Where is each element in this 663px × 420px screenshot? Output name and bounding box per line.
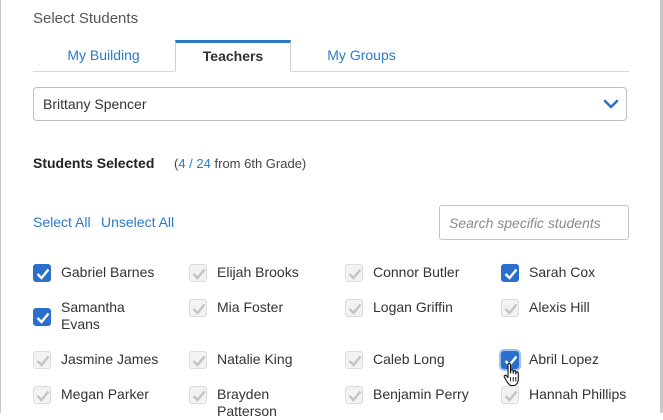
dialog-title: Select Students (33, 10, 139, 27)
checkmark-icon (192, 303, 206, 315)
student-checkbox[interactable] (345, 264, 363, 282)
dialog-left-edge (0, 0, 1, 413)
student-checkbox[interactable] (345, 386, 363, 404)
checkmark-icon (36, 268, 50, 280)
student-name: Connor Butler (373, 264, 460, 280)
student-checkbox[interactable] (501, 386, 519, 404)
checkmark-icon (192, 390, 206, 402)
selection-count-value: 4 / 24 (178, 156, 211, 171)
student-checkbox[interactable] (33, 264, 51, 282)
checkmark-icon (348, 355, 362, 367)
student-name: Brayden Patterson (217, 386, 277, 419)
student-checkbox[interactable] (501, 264, 519, 282)
tab-my-groups[interactable]: My Groups (291, 40, 432, 71)
checkmark-icon (36, 355, 50, 367)
checkmark-icon (504, 268, 518, 280)
checkmark-icon (348, 303, 362, 315)
checkmark-icon (504, 303, 518, 315)
student-checkbox[interactable] (33, 351, 51, 369)
student-name: Logan Griffin (373, 299, 453, 315)
hand-pointer-cursor-icon (503, 363, 519, 387)
student-checkbox[interactable] (189, 386, 207, 404)
student-name: Abril Lopez (529, 351, 600, 367)
student-name: Natalie King (217, 351, 293, 367)
student-checkbox[interactable] (189, 351, 207, 369)
checkmark-icon (348, 268, 362, 280)
student-checkbox[interactable] (189, 264, 207, 282)
student-name: Megan Parker (61, 386, 149, 402)
selection-grade: from 6th Grade) (214, 156, 307, 171)
tab-bar: My Building Teachers My Groups (33, 40, 629, 72)
checkmark-icon (504, 390, 518, 402)
selection-count: (4 / 24 from 6th Grade) (174, 156, 306, 171)
student-name: Elijah Brooks (217, 264, 299, 280)
student-name: Hannah Phillips (529, 386, 627, 402)
student-name: Samantha Evans (61, 299, 125, 332)
checkmark-icon (36, 390, 50, 402)
student-name: Jasmine James (61, 351, 159, 367)
student-search-input[interactable] (439, 205, 629, 240)
checkmark-icon (192, 355, 206, 367)
student-name: Caleb Long (373, 351, 445, 367)
teacher-select[interactable]: Brittany Spencer (33, 87, 627, 121)
checkmark-icon (348, 390, 362, 402)
unselect-all-link[interactable]: Unselect All (101, 214, 174, 230)
student-name: Mia Foster (217, 299, 284, 315)
student-checkbox[interactable] (189, 299, 207, 317)
student-checkbox[interactable] (345, 299, 363, 317)
select-all-link[interactable]: Select All (33, 214, 91, 230)
tab-teachers[interactable]: Teachers (175, 40, 291, 72)
chevron-down-icon (603, 99, 619, 109)
student-name: Benjamin Perry (373, 386, 469, 402)
student-checkbox[interactable] (501, 299, 519, 317)
student-name: Alexis Hill (529, 299, 590, 315)
tab-my-building[interactable]: My Building (33, 40, 174, 71)
checkmark-icon (36, 312, 50, 324)
student-checkbox[interactable] (33, 386, 51, 404)
student-name: Sarah Cox (529, 264, 596, 280)
student-checkbox[interactable] (345, 351, 363, 369)
student-checkbox[interactable] (33, 308, 51, 326)
teacher-select-value: Brittany Spencer (43, 96, 147, 112)
students-selected-heading: Students Selected (33, 155, 155, 171)
student-name: Gabriel Barnes (61, 264, 155, 280)
checkmark-icon (192, 268, 206, 280)
